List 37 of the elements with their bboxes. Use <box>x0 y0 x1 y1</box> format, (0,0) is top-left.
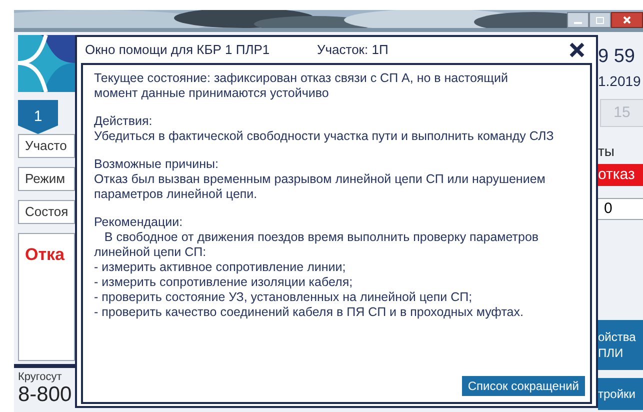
close-button[interactable] <box>611 12 643 28</box>
help-text: момент данные принимаются устойчиво <box>94 86 330 101</box>
minimize-button[interactable] <box>567 12 589 28</box>
help-text: Действия: <box>94 114 154 129</box>
field-label: Режим <box>18 167 75 191</box>
status-badge: отказ <box>598 164 643 186</box>
hotline-phone: 8-800 <box>18 384 73 406</box>
help-text: - проверить состояние УЗ, установленных на линейной цепи СП; <box>94 290 474 305</box>
help-text: Возможные причины: <box>94 157 220 172</box>
tab[interactable]: 1 <box>18 100 58 134</box>
help-text: Текущее состояние: зафиксирован отказ связи с СП А, но в настоящий <box>94 71 509 86</box>
close-button[interactable] <box>568 41 586 59</box>
help-text: - измерить активное сопротивление линии; <box>94 260 347 275</box>
app-button[interactable]: тройки <box>598 378 643 410</box>
column-label: ты <box>598 142 616 161</box>
help-text: Рекомендации: <box>94 215 184 230</box>
help-text: параметров линейной цепи. <box>94 187 258 202</box>
close-icon <box>569 42 585 58</box>
help-text: В свободное от движения поездов время выполнить проверку параметров <box>103 230 540 245</box>
help-text: - проверить качество соединений кабеля в ПЯ СП и в проходных муфтах. <box>94 305 524 320</box>
app-button[interactable]: ойства ПЛИ <box>598 320 643 370</box>
clock-text: 9 59 <box>598 46 636 68</box>
help-text: Отказ был вызван временным разрывом линейной цепи СП или нарушением <box>94 172 546 187</box>
date-text: 1.2019 <box>598 72 642 91</box>
help-text: Убедиться в фактической свободности участка пути и выполнить команду СЛЗ <box>94 129 555 144</box>
close-icon <box>623 16 631 24</box>
abbreviations-button[interactable]: Список сокращений <box>462 376 585 396</box>
help-text: - измерить сопротивление изоляции кабеля; <box>94 275 354 290</box>
field-label: Состоя <box>18 200 75 224</box>
help-text: линейной цепи СП: <box>94 245 208 260</box>
section-label: Участок: 1П <box>317 41 390 60</box>
counter-cell: 0 <box>598 198 643 220</box>
dialog-title: Окно помощи для КБР 1 ПЛР1 <box>85 41 271 60</box>
hotline-label: Кругосут <box>18 370 63 384</box>
alert-text: Отка <box>25 245 65 264</box>
maximize-button[interactable] <box>589 12 611 28</box>
field-label: Участо <box>18 134 75 158</box>
